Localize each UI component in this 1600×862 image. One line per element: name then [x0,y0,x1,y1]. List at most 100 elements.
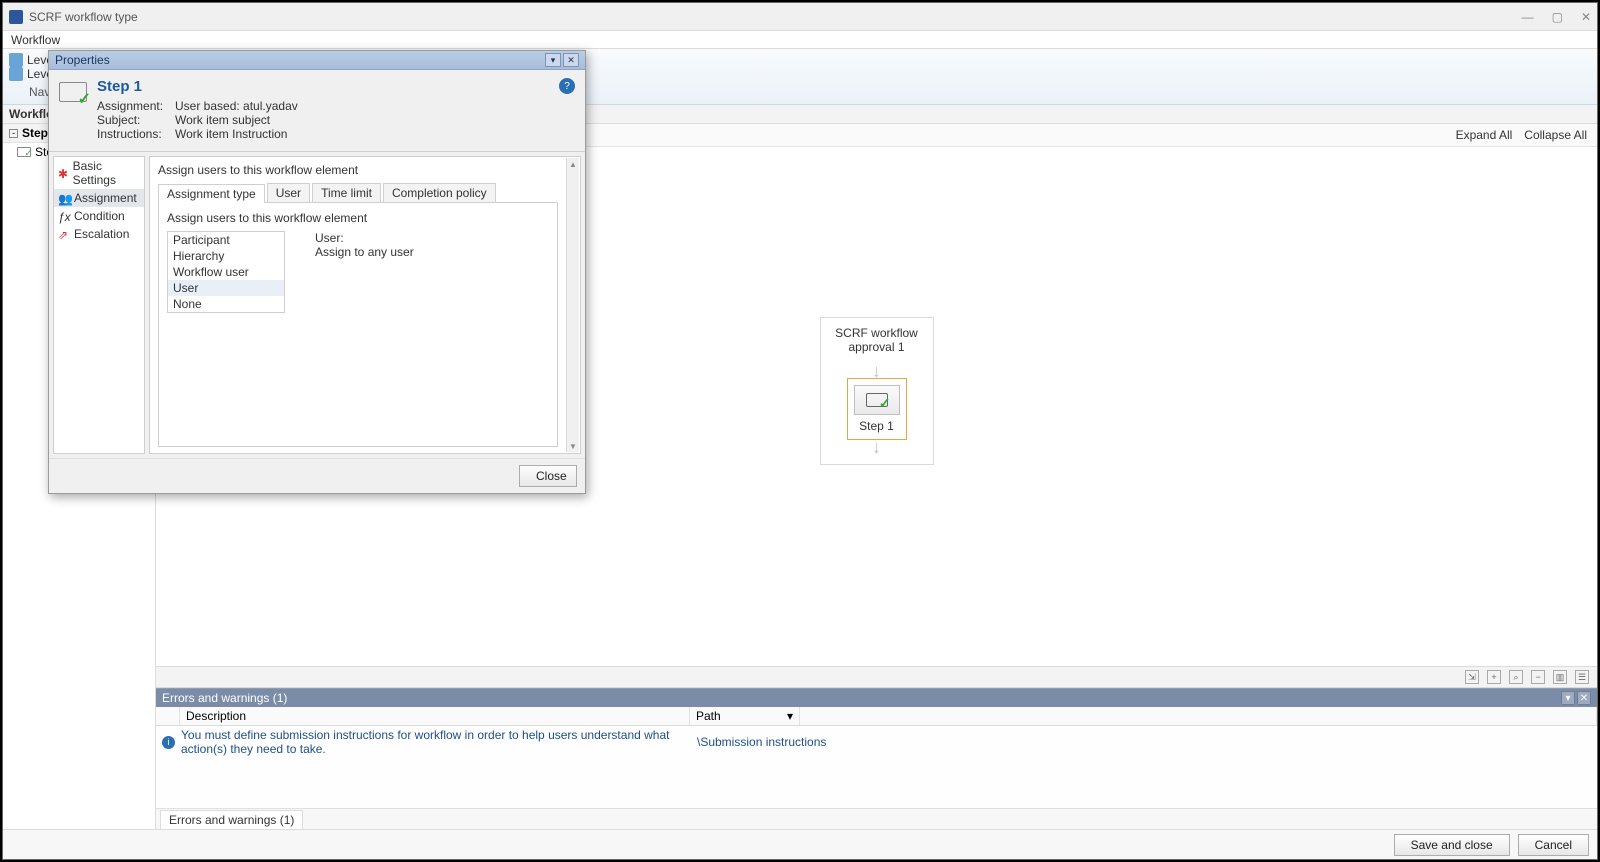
zoom-bar: ⇲ + ⌕ − ▥ ☰ [156,666,1597,688]
dropdown-icon[interactable]: ▾ [787,709,793,723]
titlebar: SCRF workflow type — ▢ ✕ [3,3,1597,31]
side-basic-label: Basic Settings [73,159,140,187]
level-icon [9,67,23,81]
errors-col-desc[interactable]: Description [180,707,690,725]
side-basic-settings[interactable]: ✱ Basic Settings [54,157,144,189]
zoom-out-icon[interactable]: − [1531,670,1545,684]
scroll-down-icon[interactable]: ▼ [567,440,579,452]
info-icon: i [162,736,175,749]
step-box-inner [854,385,900,415]
dialog-title: Properties [55,53,110,67]
instructions-value: Work item Instruction [175,127,287,141]
errors-tab[interactable]: Errors and warnings (1) [160,810,303,829]
star-icon: ✱ [58,167,69,179]
step-large-icon [59,82,87,102]
errors-grid-body[interactable]: i You must define submission instruction… [156,726,1597,808]
tab-assignment-type[interactable]: Assignment type [158,184,265,203]
minimize-icon[interactable]: — [1522,10,1534,24]
detail-value: Assign to any user [315,245,414,259]
step-icon [17,147,31,157]
subject-value: Work item subject [175,113,270,127]
assignment-value: User based: atul.yadav [175,99,298,113]
assignment-key: Assignment: [97,99,167,113]
list-item-user[interactable]: User [168,280,284,296]
list-item-hierarchy[interactable]: Hierarchy [168,248,284,264]
dialog-content: ▲ ▼ Assign users to this workflow elemen… [149,156,581,454]
errors-title: Errors and warnings (1) [162,691,287,705]
errors-grid-header: Description Path ▾ [156,707,1597,726]
maximize-icon[interactable]: ▢ [1552,10,1563,24]
ribbon-tab-workflow[interactable]: Workflow [3,31,68,49]
app-icon [9,10,23,24]
errors-row-path: \Submission instructions [697,735,826,749]
workflow-node-title: SCRF workflow approval 1 [825,326,929,354]
side-assignment[interactable]: 👥 Assignment [54,189,144,207]
side-condition[interactable]: ƒx Condition [54,207,144,225]
arrow-down-icon: ↓ [825,364,929,378]
window-controls: — ▢ ✕ [1522,10,1591,24]
dialog-close-button[interactable]: Close [519,465,577,487]
zoom-reset-icon[interactable]: ⌕ [1509,670,1523,684]
errors-panel: Errors and warnings (1) ▾ ✕ Description … [156,688,1597,829]
approval-step-icon [866,393,888,407]
side-condition-label: Condition [74,209,125,223]
escalation-icon: ⇗ [58,228,70,240]
side-escalation-label: Escalation [74,227,129,241]
errors-dropdown-icon[interactable]: ▾ [1561,691,1575,705]
list-item-workflow-user[interactable]: Workflow user [168,264,284,280]
errors-col-blank [800,707,1597,725]
zoom-in-icon[interactable]: + [1487,670,1501,684]
side-escalation[interactable]: ⇗ Escalation [54,225,144,243]
assignment-detail: User: Assign to any user [315,231,414,313]
scroll-up-icon[interactable]: ▲ [567,158,579,170]
fx-icon: ƒx [58,210,70,222]
detail-label: User: [315,231,414,245]
ribbon: Workflow [3,31,1597,49]
assignment-type-listbox[interactable]: Participant Hierarchy Workflow user User… [167,231,285,313]
errors-row-desc: You must define submission instructions … [181,728,697,756]
properties-dialog: Properties ▾ ✕ Step 1 Assignment: User b… [48,50,586,494]
window-title: SCRF workflow type [29,10,138,24]
tab-panel-assignment-type: Assign users to this workflow element Pa… [158,203,558,447]
panel-heading: Assign users to this workflow element [167,211,549,225]
errors-close-icon[interactable]: ✕ [1577,691,1591,705]
dialog-footer: Close [49,458,585,493]
collapse-icon[interactable]: - [9,129,18,138]
list-item-none[interactable]: None [168,296,284,312]
instructions-key: Instructions: [97,127,167,141]
collapse-all-link[interactable]: Collapse All [1524,128,1587,142]
list-item-participant[interactable]: Participant [168,232,284,248]
workflow-node[interactable]: SCRF workflow approval 1 ↓ Step 1 ↓ [820,317,934,465]
close-icon[interactable]: ✕ [1581,10,1591,24]
workflow-step-box[interactable]: Step 1 [847,378,907,440]
people-icon: 👥 [58,192,70,204]
save-and-close-button[interactable]: Save and close [1394,834,1510,856]
dialog-titlebar[interactable]: Properties ▾ ✕ [49,51,585,70]
tab-completion-policy[interactable]: Completion policy [383,183,496,202]
errors-titlebar: Errors and warnings (1) ▾ ✕ [156,689,1597,707]
workflow-step-label: Step 1 [854,419,900,433]
errors-col-path-label: Path [696,709,721,723]
tab-time-limit[interactable]: Time limit [312,183,381,202]
dialog-close-icon[interactable]: ✕ [563,53,579,67]
tab-user[interactable]: User [267,183,310,202]
content-heading: Assign users to this workflow element [158,163,558,177]
dialog-side-nav: ✱ Basic Settings 👥 Assignment ƒx Conditi… [53,156,145,454]
dialog-step-title: Step 1 [97,78,298,95]
help-icon[interactable]: ? [559,78,575,94]
dialog-body: ✱ Basic Settings 👥 Assignment ƒx Conditi… [49,152,585,458]
errors-col-path[interactable]: Path ▾ [690,707,800,725]
dialog-header: Step 1 Assignment: User based: atul.yada… [49,70,585,152]
tabstrip: Assignment type User Time limit Completi… [158,183,558,203]
dialog-menu-icon[interactable]: ▾ [545,53,561,67]
scrollbar[interactable]: ▲ ▼ [566,158,579,452]
level-icon [9,53,23,67]
cancel-button[interactable]: Cancel [1518,834,1589,856]
errors-col-icon[interactable] [156,707,180,725]
expand-all-link[interactable]: Expand All [1456,128,1513,142]
grid-icon[interactable]: ☰ [1575,670,1589,684]
fit-icon[interactable]: ▥ [1553,670,1567,684]
subject-key: Subject: [97,113,167,127]
errors-row[interactable]: i You must define submission instruction… [156,726,1597,758]
tool-icon-1[interactable]: ⇲ [1465,670,1479,684]
